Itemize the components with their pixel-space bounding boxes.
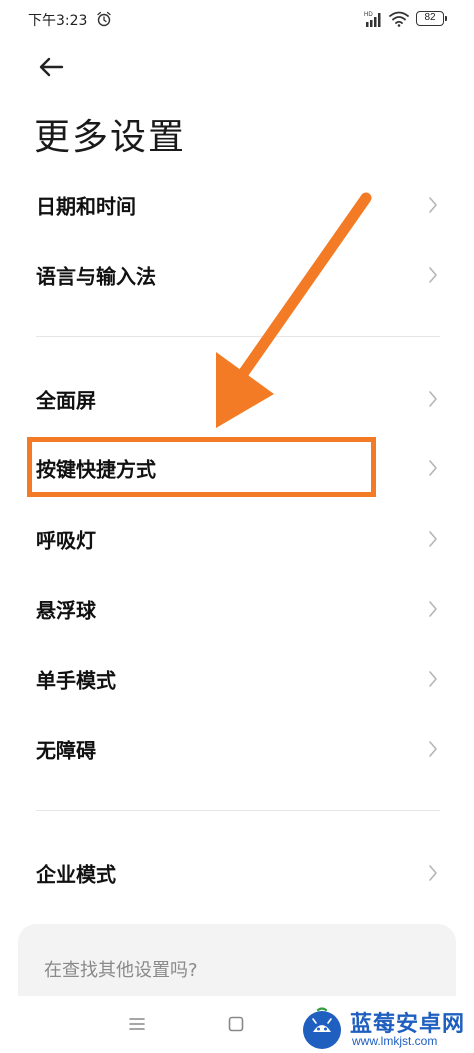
chevron-right-icon: [429, 671, 437, 687]
watermark-url: www.lmkjst.com: [352, 1034, 438, 1048]
chevron-right-icon: [429, 741, 437, 757]
list-item-label: 单手模式: [36, 668, 116, 693]
section-divider: [36, 810, 440, 811]
blueberry-logo-icon: [303, 1007, 341, 1049]
chevron-right-icon: [429, 197, 437, 213]
list-item-floating-ball[interactable]: 悬浮球: [0, 574, 474, 644]
list-item-one-handed-mode[interactable]: 单手模式: [0, 644, 474, 714]
back-arrow-icon[interactable]: [34, 50, 68, 84]
list-item-label: 按键快捷方式: [36, 457, 156, 482]
chevron-right-icon: [429, 391, 437, 407]
wifi-icon: [389, 11, 409, 27]
list-item-label: 企业模式: [36, 862, 116, 887]
list-item-accessibility[interactable]: 无障碍: [0, 714, 474, 784]
list-item-label: 语言与输入法: [36, 264, 156, 289]
section-divider: [36, 336, 440, 337]
list-item-date-time[interactable]: 日期和时间: [0, 170, 474, 240]
list-item-label: 日期和时间: [36, 194, 136, 219]
page-title: 更多设置: [34, 117, 187, 158]
battery-indicator: 82: [416, 11, 447, 26]
home-square-icon[interactable]: [227, 1015, 245, 1033]
chevron-right-icon: [429, 460, 437, 476]
chevron-right-icon: [429, 865, 437, 881]
site-watermark: 蓝莓安卓网 www.lmkjst.com: [296, 1000, 474, 1053]
list-item-label: 全面屏: [36, 388, 96, 413]
hd-signal-icon: HD: [364, 12, 381, 27]
chevron-right-icon: [429, 267, 437, 283]
status-bar: 下午3:23 HD 82: [0, 0, 474, 38]
list-item-notification-light[interactable]: 呼吸灯: [0, 504, 474, 574]
list-item-language-input[interactable]: 语言与输入法: [0, 240, 474, 310]
list-item-label: 悬浮球: [36, 598, 96, 623]
status-time: 下午3:23: [28, 13, 88, 29]
alarm-clock-icon: [97, 11, 111, 27]
list-item-label: 无障碍: [36, 738, 96, 763]
list-item-full-screen[interactable]: 全面屏: [0, 364, 474, 434]
chevron-right-icon: [429, 531, 437, 547]
search-card-text: 在查找其他设置吗?: [44, 960, 198, 981]
list-item-label: 呼吸灯: [36, 528, 96, 553]
list-item-enterprise-mode[interactable]: 企业模式: [0, 838, 474, 908]
chevron-right-icon: [429, 601, 437, 617]
list-item-button-shortcuts[interactable]: 按键快捷方式: [0, 433, 474, 503]
menu-icon[interactable]: [128, 1016, 146, 1032]
hd-label: HD: [364, 12, 373, 18]
